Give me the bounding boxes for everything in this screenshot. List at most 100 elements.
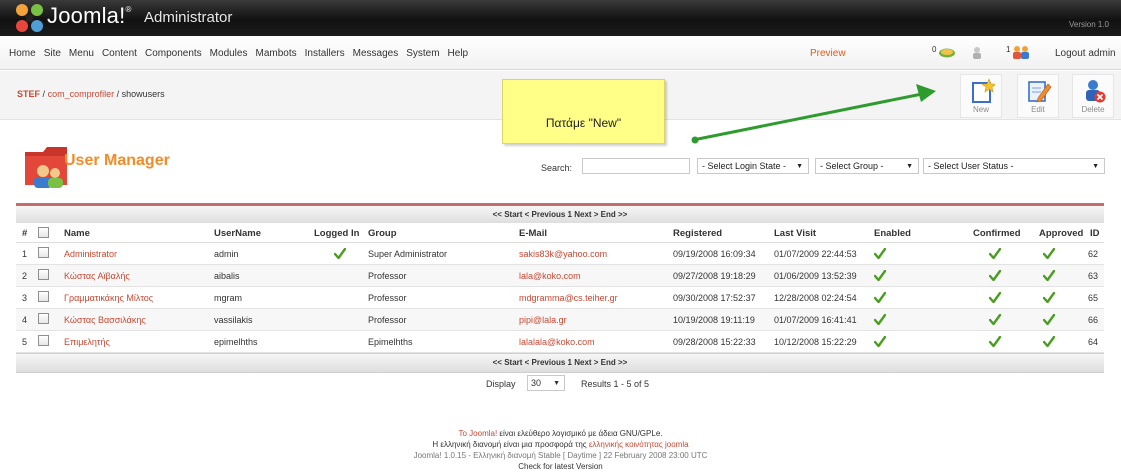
user-name-link[interactable]: Administrator — [64, 249, 117, 259]
approved-check-icon — [1043, 248, 1055, 259]
col-username[interactable]: UserName — [214, 228, 261, 239]
login-state-select[interactable]: - Select Login State - ▼ — [697, 158, 809, 174]
user-name-link[interactable]: Κώστας Βασσιλάκης — [64, 315, 146, 325]
version-label: Version 1.0 — [1068, 20, 1109, 29]
row-checkbox[interactable] — [38, 291, 49, 302]
delete-button[interactable]: Delete — [1072, 74, 1114, 118]
new-label: New — [972, 105, 989, 114]
row-num: 5 — [22, 337, 28, 347]
breadcrumb-component[interactable]: com_comprofiler — [48, 89, 115, 99]
pagination-bottom[interactable]: << Start < Previous 1 Next > End >> — [16, 353, 1104, 373]
row-checkbox[interactable] — [38, 335, 49, 346]
user-registered: 09/19/2008 16:09:34 — [673, 249, 756, 259]
menu-item-messages[interactable]: Messages — [353, 48, 399, 59]
col-logged-in[interactable]: Logged In — [314, 228, 359, 239]
menu-item-menu[interactable]: Menu — [69, 48, 94, 59]
table-row: 5 Επιμελητής epimelhths Epimelhths lalalala@… — [16, 331, 1104, 353]
menu-item-content[interactable]: Content — [102, 48, 137, 59]
table-body: 1 Administrator admin Super Administrator sa… — [16, 243, 1104, 353]
menu-item-system[interactable]: System — [406, 48, 439, 59]
col-confirmed[interactable]: Confirmed — [973, 228, 1021, 239]
user-group: Epimelhths — [368, 337, 413, 347]
main-menu: Home Site Menu Content Components Modules Mamb… — [9, 48, 476, 59]
check-version-link[interactable]: Check for latest Version — [0, 462, 1121, 471]
breadcrumb-root[interactable]: STEF — [17, 89, 40, 99]
enabled-check-icon — [874, 270, 886, 281]
col-email[interactable]: E-Mail — [519, 228, 547, 239]
display-count-select[interactable]: 30 ▼ — [527, 375, 565, 391]
user-status-value: - Select User Status - — [928, 161, 1014, 171]
user-last-visit: 12/28/2008 02:24:54 — [774, 293, 857, 303]
breadcrumb: STEF / com_comprofiler / showusers — [17, 89, 165, 99]
app-title: Administrator — [144, 9, 233, 26]
user-last-visit: 10/12/2008 15:22:29 — [774, 337, 857, 347]
user-username: mgram — [214, 293, 243, 303]
chevron-down-icon: ▼ — [553, 380, 560, 387]
user-name-link[interactable]: Κώστας Αϊβαλής — [64, 271, 130, 281]
user-id: 64 — [1087, 337, 1098, 347]
row-checkbox[interactable] — [38, 269, 49, 280]
user-name-link[interactable]: Γραμματικάκης Μίλτος — [64, 293, 153, 303]
user-email-link[interactable]: lala@koko.com — [519, 271, 581, 281]
footer-line-1: Το Joomla! είναι ελεύθερο λογισμικό με ά… — [0, 429, 1121, 438]
row-num: 2 — [22, 271, 28, 281]
menu-item-help[interactable]: Help — [448, 48, 469, 59]
select-all-checkbox[interactable] — [38, 227, 49, 238]
community-link[interactable]: ελληνικής κοινότητας joomla — [589, 440, 689, 449]
search-input[interactable] — [582, 158, 690, 174]
user-email-link[interactable]: mdgramma@cs.teiher.gr — [519, 293, 618, 303]
col-enabled[interactable]: Enabled — [874, 228, 911, 239]
enabled-check-icon — [874, 336, 886, 347]
row-num: 1 — [22, 249, 28, 259]
user-online-icon — [973, 47, 981, 59]
menu-item-modules[interactable]: Modules — [210, 48, 248, 59]
user-registered: 10/19/2008 19:11:19 — [673, 315, 755, 325]
user-id: 66 — [1087, 315, 1098, 325]
menu-item-components[interactable]: Components — [145, 48, 202, 59]
user-group: Professor — [368, 293, 407, 303]
col-name[interactable]: Name — [64, 228, 90, 239]
new-button[interactable]: New — [960, 74, 1002, 118]
users-icon[interactable] — [1012, 45, 1030, 60]
page-title: User Manager — [64, 152, 170, 169]
user-group: Super Administrator — [368, 249, 448, 259]
logout-link[interactable]: Logout admin — [1055, 48, 1116, 59]
pagination-top[interactable]: << Start < Previous 1 Next > End >> — [16, 203, 1104, 223]
user-email-link[interactable]: pipi@lala.gr — [519, 315, 567, 325]
menu-item-site[interactable]: Site — [44, 48, 61, 59]
messages-icon[interactable] — [938, 47, 956, 58]
col-registered[interactable]: Registered — [673, 228, 722, 239]
col-group[interactable]: Group — [368, 228, 397, 239]
menu-item-installers[interactable]: Installers — [305, 48, 345, 59]
chevron-down-icon: ▼ — [906, 163, 913, 170]
joomla-link[interactable]: Το Joomla! — [458, 429, 497, 438]
approved-check-icon — [1043, 336, 1055, 347]
user-last-visit: 01/07/2009 22:44:53 — [774, 249, 857, 259]
results-count: Results 1 - 5 of 5 — [581, 379, 650, 389]
user-email-link[interactable]: lalalala@koko.com — [519, 337, 595, 347]
confirmed-check-icon — [989, 270, 1001, 281]
row-checkbox[interactable] — [38, 247, 49, 258]
user-status-select[interactable]: - Select User Status - ▼ — [923, 158, 1105, 174]
annotation-note: Πατάμε "New" — [502, 79, 665, 144]
top-header-bar: Joomla!® Administrator Version 1.0 — [0, 0, 1121, 36]
edit-button[interactable]: Edit — [1017, 74, 1059, 118]
menu-item-home[interactable]: Home — [9, 48, 36, 59]
new-icon — [972, 78, 995, 103]
confirmed-check-icon — [989, 336, 1001, 347]
breadcrumb-page: showusers — [121, 89, 165, 99]
joomla-logo-text: Joomla!® — [47, 3, 132, 28]
user-name-link[interactable]: Επιμελητής — [64, 337, 110, 347]
annotation-arrow-icon — [691, 84, 936, 144]
col-last-visit[interactable]: Last Visit — [774, 228, 816, 239]
user-group: Professor — [368, 271, 407, 281]
breadcrumb-separator: / — [42, 89, 46, 99]
row-checkbox[interactable] — [38, 313, 49, 324]
user-email-link[interactable]: sakis83k@yahoo.com — [519, 249, 607, 259]
login-state-value: - Select Login State - — [702, 161, 787, 171]
menu-item-mambots[interactable]: Mambots — [255, 48, 296, 59]
group-select[interactable]: - Select Group - ▼ — [815, 158, 919, 174]
col-id[interactable]: ID — [1090, 228, 1100, 239]
preview-link[interactable]: Preview — [810, 48, 846, 59]
col-approved[interactable]: Approved — [1039, 228, 1083, 239]
